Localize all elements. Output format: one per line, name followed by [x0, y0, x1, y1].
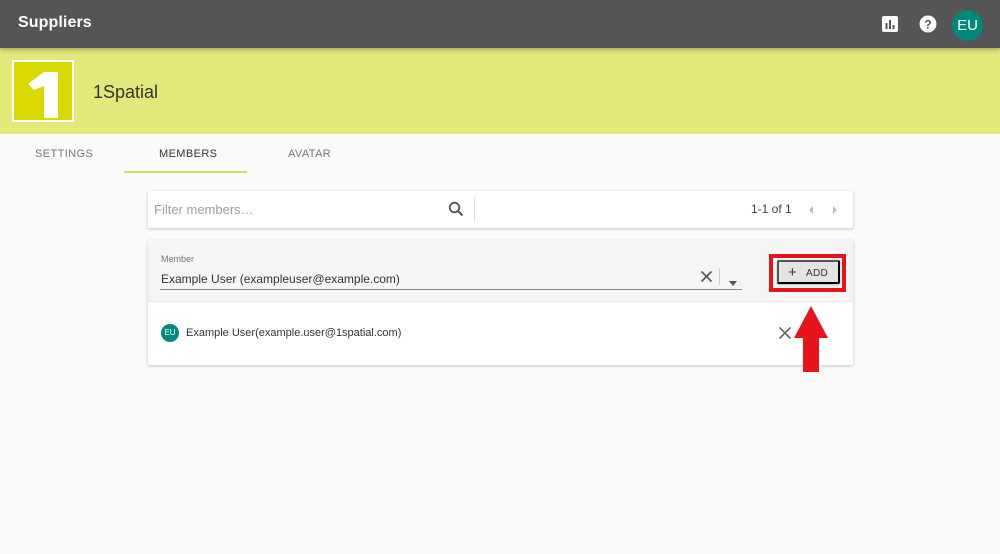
plus-icon: +: [788, 264, 798, 281]
add-member-button[interactable]: + ADD: [777, 260, 840, 284]
add-member-form: Member Example User (exampleuser@example…: [148, 240, 853, 302]
filter-members-input[interactable]: [154, 199, 294, 219]
tab-avatar[interactable]: AVATAR: [288, 148, 331, 160]
previous-page-icon[interactable]: [806, 203, 816, 215]
member-name: Example User(example.user@1spatial.com): [186, 327, 402, 339]
member-filter-bar: 1-1 of 1: [148, 191, 853, 228]
annotation-arrow-icon: [794, 306, 828, 372]
active-tab-indicator: [124, 171, 247, 173]
dropdown-arrow-icon[interactable]: [728, 274, 738, 286]
organization-logo: [12, 60, 74, 122]
member-list-item: EU Example User(example.user@1spatial.co…: [148, 303, 853, 365]
add-button-label: ADD: [806, 268, 829, 279]
app-title: Suppliers: [18, 14, 92, 31]
field-separator: [719, 268, 720, 285]
member-field-underline: [160, 289, 742, 290]
next-page-icon[interactable]: [830, 203, 840, 215]
report-icon[interactable]: [880, 14, 900, 34]
help-icon[interactable]: ?: [918, 14, 938, 34]
remove-member-icon[interactable]: [778, 326, 792, 340]
tab-members[interactable]: MEMBERS: [159, 148, 217, 160]
organization-name: 1Spatial: [93, 82, 159, 102]
tab-bar: SETTINGS MEMBERS AVATAR: [0, 134, 380, 174]
member-field-label: Member: [161, 254, 195, 264]
search-icon[interactable]: [448, 201, 464, 217]
member-avatar: EU: [161, 324, 179, 342]
top-app-bar: Suppliers ? EU: [0, 0, 1000, 48]
filter-divider: [474, 197, 475, 222]
members-card: Member Example User (exampleuser@example…: [148, 240, 853, 365]
page-range: 1-1 of 1: [751, 202, 792, 216]
organization-banner: 1Spatial: [0, 48, 1000, 134]
clear-selection-icon[interactable]: [700, 270, 713, 283]
user-avatar[interactable]: EU: [952, 10, 983, 41]
tab-settings[interactable]: SETTINGS: [35, 148, 93, 160]
svg-text:?: ?: [924, 18, 931, 32]
member-select-input[interactable]: Example User (exampleuser@example.com): [161, 272, 696, 289]
